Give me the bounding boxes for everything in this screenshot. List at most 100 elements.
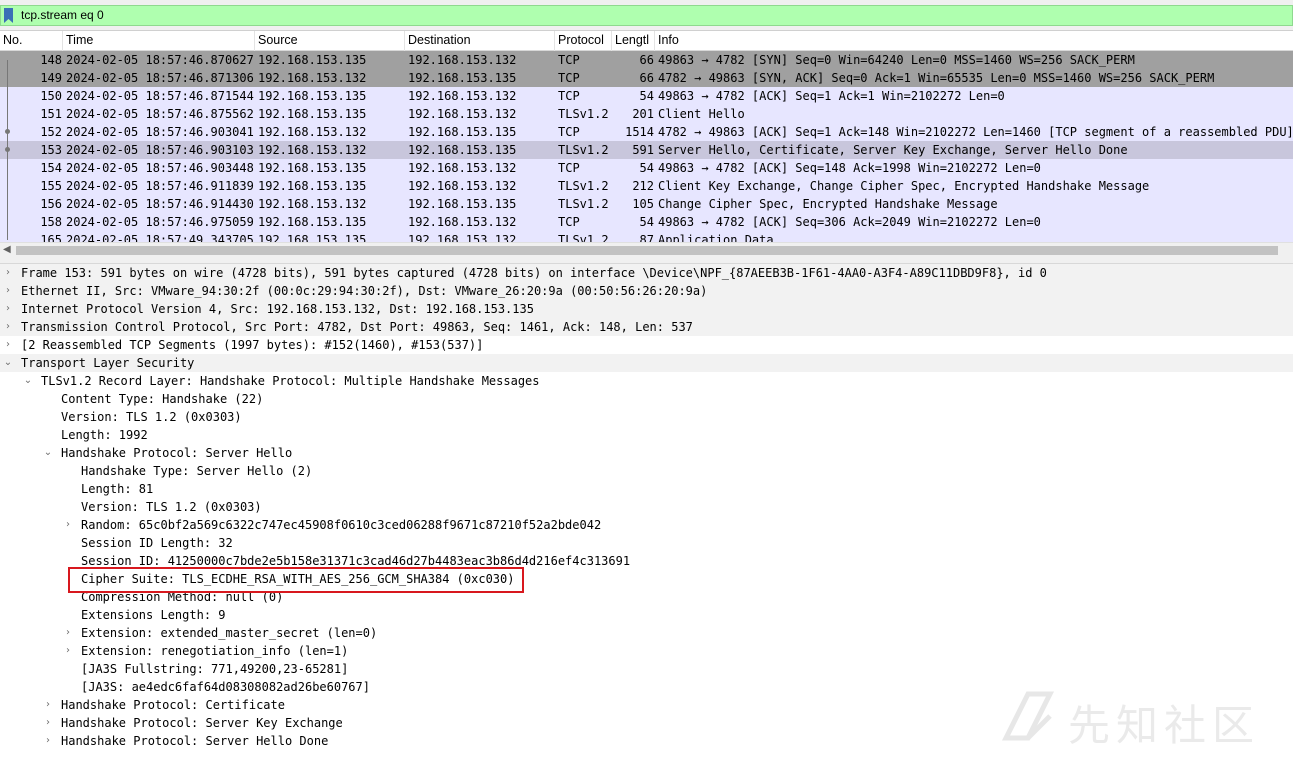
collapse-icon[interactable]: ⌄ [43,444,53,462]
tree-item-label: Handshake Protocol: Server Hello [61,446,293,460]
column-header-destination[interactable]: Destination [405,31,555,51]
packet-destination: 192.168.153.132 [408,233,517,242]
collapse-icon[interactable]: ⌄ [3,354,13,372]
packet-list[interactable]: 148 2024-02-05 18:57:46.870627 192.168.1… [0,51,1293,242]
packet-row[interactable]: 152 2024-02-05 18:57:46.903041 192.168.1… [0,123,1293,141]
packet-source: 192.168.153.135 [258,215,367,229]
packet-source: 192.168.153.132 [258,71,367,85]
packet-row[interactable]: 149 2024-02-05 18:57:46.871306 192.168.1… [0,69,1293,87]
tree-item-ja3s-fullstring[interactable]: [JA3S Fullstring: 771,49200,23-65281] [0,660,1293,678]
tree-item-version[interactable]: Version: TLS 1.2 (0x0303) [0,408,1293,426]
tree-item-ja3s[interactable]: [JA3S: ae4edc6faf64d08308082ad26be60767] [0,678,1293,696]
tree-item-hs-version[interactable]: Version: TLS 1.2 (0x0303) [0,498,1293,516]
packet-protocol: TCP [558,161,580,175]
tree-item-label: Session ID Length: 32 [81,536,233,550]
tree-item-ipv4[interactable]: › Internet Protocol Version 4, Src: 192.… [0,300,1293,318]
packet-no: 148 [40,53,62,67]
packet-length: 54 [639,161,654,175]
tree-item-session-id-length[interactable]: Session ID Length: 32 [0,534,1293,552]
packet-row[interactable]: 158 2024-02-05 18:57:46.975059 192.168.1… [0,213,1293,231]
column-header-info[interactable]: Info [655,31,1293,51]
packet-length: 54 [639,215,654,229]
column-header-source[interactable]: Source [255,31,405,51]
packet-source: 192.168.153.135 [258,53,367,67]
expand-icon[interactable]: › [63,624,73,642]
tree-item-ext-ems[interactable]: › Extension: extended_master_secret (len… [0,624,1293,642]
packet-time: 2024-02-05 18:57:46.871544 [66,89,254,103]
tree-item-server-key-exchange[interactable]: › Handshake Protocol: Server Key Exchang… [0,714,1293,732]
scroll-left-icon[interactable]: ◀ [3,244,11,255]
column-header-time[interactable]: Time [63,31,255,51]
expand-icon[interactable]: › [43,696,53,714]
packet-length: 66 [639,53,654,67]
tree-item-session-id[interactable]: Session ID: 41250000c7bde2e5b158e31371c3… [0,552,1293,570]
packet-protocol: TLSv1.2 [558,143,609,157]
tree-item-certificate[interactable]: › Handshake Protocol: Certificate [0,696,1293,714]
tree-item-label: Extension: renegotiation_info (len=1) [81,644,349,658]
packet-protocol: TLSv1.2 [558,107,609,121]
packet-destination: 192.168.153.132 [408,107,517,121]
expand-icon[interactable]: › [3,336,13,354]
tree-item-record-layer[interactable]: ⌄ TLSv1.2 Record Layer: Handshake Protoc… [0,372,1293,390]
tree-item-tcp[interactable]: › Transmission Control Protocol, Src Por… [0,318,1293,336]
tree-item-ethernet[interactable]: › Ethernet II, Src: VMware_94:30:2f (00:… [0,282,1293,300]
display-filter-toolbar: tcp.stream eq 0 [0,0,1293,31]
packet-row[interactable]: 148 2024-02-05 18:57:46.870627 192.168.1… [0,51,1293,69]
packet-no: 156 [40,197,62,211]
packet-row[interactable]: 156 2024-02-05 18:57:46.914430 192.168.1… [0,195,1293,213]
packet-source: 192.168.153.132 [258,197,367,211]
packet-source: 192.168.153.135 [258,179,367,193]
pane-splitter[interactable] [0,257,1293,264]
tree-item-cipher-suite[interactable]: Cipher Suite: TLS_ECDHE_RSA_WITH_AES_256… [0,570,1293,588]
tree-item-frame[interactable]: › Frame 153: 591 bytes on wire (4728 bit… [0,264,1293,282]
expand-icon[interactable]: › [63,642,73,660]
packet-length: 66 [639,71,654,85]
expand-icon[interactable]: › [3,300,13,318]
packet-details-tree[interactable]: › Frame 153: 591 bytes on wire (4728 bit… [0,264,1293,757]
tree-item-length[interactable]: Length: 1992 [0,426,1293,444]
expand-icon[interactable]: › [3,318,13,336]
expand-icon[interactable]: › [3,282,13,300]
packet-row-selected[interactable]: 153 2024-02-05 18:57:46.903103 192.168.1… [0,141,1293,159]
tree-item-random[interactable]: › Random: 65c0bf2a569c6322c747ec45908f06… [0,516,1293,534]
tree-item-compression[interactable]: Compression Method: null (0) [0,588,1293,606]
expand-icon[interactable]: › [43,714,53,732]
collapse-icon[interactable]: ⌄ [23,372,33,390]
column-header-length[interactable]: Lengtl [612,31,655,51]
tree-item-reassembled[interactable]: › [2 Reassembled TCP Segments (1997 byte… [0,336,1293,354]
packet-time: 2024-02-05 18:57:46.914430 [66,197,254,211]
tree-item-ext-reneg[interactable]: › Extension: renegotiation_info (len=1) [0,642,1293,660]
packet-info: 4782 → 49863 [ACK] Seq=1 Ack=148 Win=210… [658,125,1293,139]
expand-icon[interactable]: › [63,516,73,534]
packet-length: 1514 [625,125,654,139]
packet-destination: 192.168.153.132 [408,53,517,67]
packet-protocol: TLSv1.2 [558,197,609,211]
column-header-no[interactable]: No. [0,31,63,51]
packet-destination: 192.168.153.135 [408,71,517,85]
tree-item-server-hello-done[interactable]: › Handshake Protocol: Server Hello Done [0,732,1293,750]
packet-no: 150 [40,89,62,103]
packet-row[interactable]: 151 2024-02-05 18:57:46.875562 192.168.1… [0,105,1293,123]
packet-list-hscrollbar[interactable]: ◀ [0,242,1293,257]
tree-item-content-type[interactable]: Content Type: Handshake (22) [0,390,1293,408]
tree-item-hs-length[interactable]: Length: 81 [0,480,1293,498]
tree-item-extensions-length[interactable]: Extensions Length: 9 [0,606,1293,624]
tree-item-label: [JA3S Fullstring: 771,49200,23-65281] [81,662,349,676]
display-filter-input[interactable]: tcp.stream eq 0 [0,5,1293,26]
tree-item-label: Frame 153: 591 bytes on wire (4728 bits)… [21,266,1047,280]
tree-item-server-hello[interactable]: ⌄ Handshake Protocol: Server Hello [0,444,1293,462]
scrollbar-thumb[interactable] [16,246,1278,255]
tree-item-tls[interactable]: ⌄ Transport Layer Security [0,354,1293,372]
tree-item-handshake-type[interactable]: Handshake Type: Server Hello (2) [0,462,1293,480]
packet-row[interactable]: 155 2024-02-05 18:57:46.911839 192.168.1… [0,177,1293,195]
expand-icon[interactable]: › [43,732,53,750]
tree-item-label: Content Type: Handshake (22) [61,392,264,406]
column-header-protocol[interactable]: Protocol [555,31,612,51]
expand-icon[interactable]: › [3,264,13,282]
packet-row[interactable]: 165 2024-02-05 18:57:49.343705 192.168.1… [0,231,1293,242]
packet-info: 49863 → 4782 [SYN] Seq=0 Win=64240 Len=0… [658,53,1135,67]
packet-row[interactable]: 150 2024-02-05 18:57:46.871544 192.168.1… [0,87,1293,105]
tree-item-label: Version: TLS 1.2 (0x0303) [81,500,262,514]
packet-row[interactable]: 154 2024-02-05 18:57:46.903448 192.168.1… [0,159,1293,177]
bookmark-icon[interactable] [4,8,13,23]
